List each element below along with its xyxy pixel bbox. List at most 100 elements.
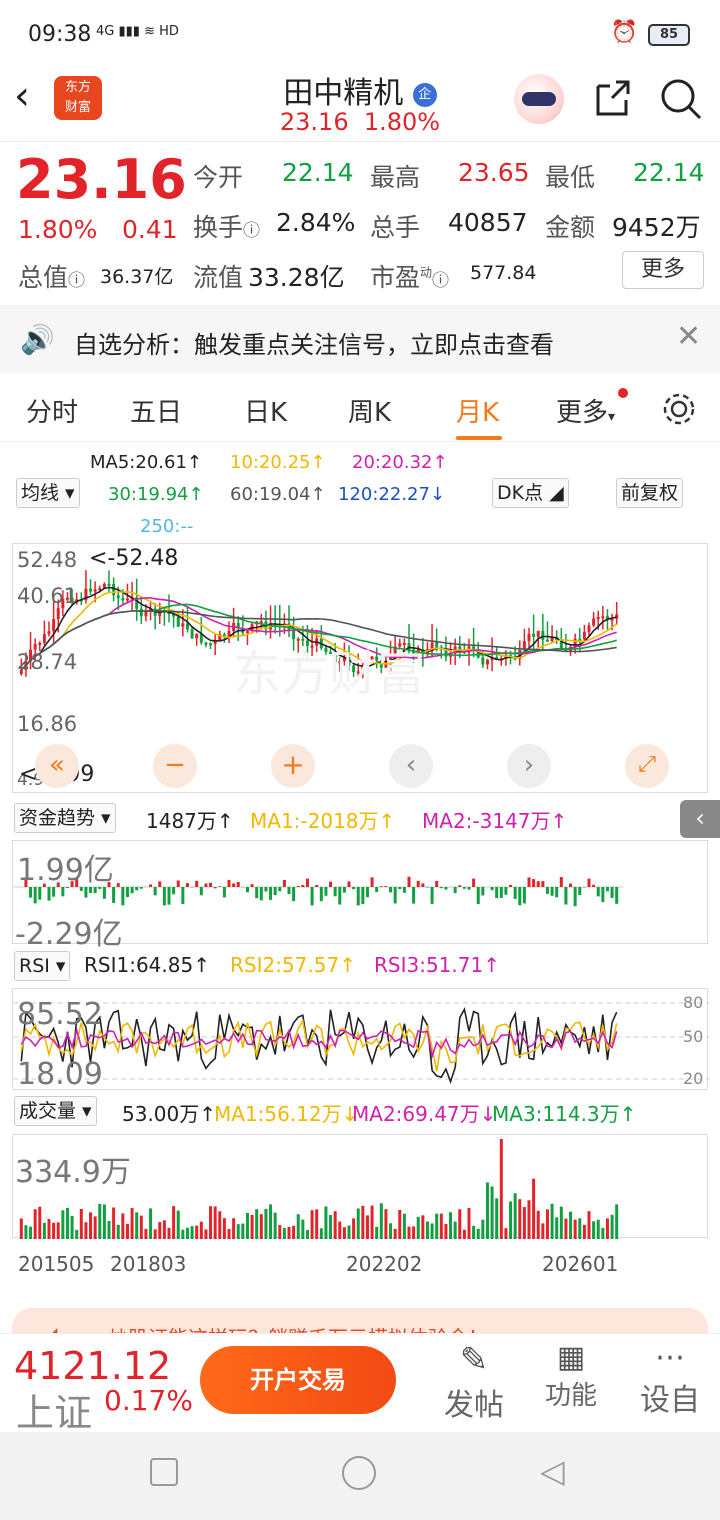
fund-bar — [273, 887, 277, 896]
search-icon[interactable] — [658, 76, 704, 122]
settings-gear-icon[interactable] — [660, 390, 698, 428]
volume-ma2: MA2:69.47万↓ — [352, 1102, 497, 1126]
kline-candle — [38, 642, 42, 645]
volume-bar — [102, 1204, 106, 1239]
volume-select[interactable]: 成交量 ▾ — [14, 1096, 97, 1126]
volume-bar — [605, 1218, 609, 1239]
fund-bar — [329, 881, 333, 887]
scroll-left-icon[interactable]: ‹ — [389, 744, 433, 788]
volume-bar — [301, 1219, 305, 1239]
fund-bar — [592, 884, 596, 887]
volume-bar — [338, 1221, 342, 1239]
fund-bar — [121, 887, 125, 906]
tab-five-day[interactable]: 五日 — [130, 392, 182, 429]
low-label: 最低 — [545, 163, 596, 192]
close-icon[interactable]: ✕ — [676, 319, 701, 354]
kline-candle — [485, 659, 489, 665]
edit-icon: ✎ — [459, 1340, 489, 1380]
scroll-left-fast-icon[interactable]: « — [35, 744, 79, 788]
function-button[interactable]: ▦ 功能 — [536, 1340, 606, 1430]
fund-bar — [430, 887, 434, 904]
collapse-panel-icon[interactable]: ‹ — [680, 800, 720, 838]
tab-daily-k[interactable]: 日K — [244, 392, 287, 429]
recent-apps-icon[interactable] — [150, 1458, 178, 1486]
turnover-label: 换手ⓘ — [193, 213, 261, 242]
volume-bar — [255, 1209, 259, 1239]
fullscreen-icon[interactable]: ⤢ — [625, 744, 669, 788]
fund-bar — [259, 887, 263, 901]
kline-candle — [204, 642, 208, 645]
share-icon[interactable] — [590, 76, 634, 120]
watermark: 东方财富 — [233, 646, 426, 702]
fund-bar — [610, 887, 614, 898]
fund-bar — [292, 887, 296, 902]
kline-candle — [481, 657, 485, 665]
custom-button[interactable]: ⋯ 设自 — [630, 1340, 710, 1430]
tab-intraday[interactable]: 分时 — [26, 392, 78, 429]
fund-bar — [490, 887, 494, 891]
tab-monthly-k[interactable]: 月K — [456, 392, 499, 429]
volume-bar — [236, 1224, 240, 1239]
rsi-top: 85.52 — [17, 997, 103, 1032]
fund-bar — [462, 887, 466, 889]
post-button[interactable]: ✎ 发帖 — [436, 1340, 512, 1430]
open-account-button[interactable]: 开户交易 — [200, 1346, 396, 1414]
stock-header: ‹ 东方 财富 田中精机 企 23.16 1.80% — [0, 62, 720, 142]
home-icon[interactable] — [342, 1456, 376, 1490]
volume-bar — [356, 1208, 360, 1239]
fund-bar — [569, 883, 573, 887]
fund-bar — [578, 887, 582, 895]
banner-text: 自选分析：触发重点关注信号，立即点击查看 — [74, 331, 554, 359]
tab-more[interactable]: 更多▾ — [556, 392, 615, 429]
back-nav-icon[interactable]: ◁ — [540, 1452, 565, 1490]
fund-bar — [518, 887, 522, 906]
fund-bar — [407, 876, 411, 887]
volume-bar — [596, 1219, 600, 1239]
ma250-label: 250:-- — [140, 516, 194, 537]
volume-bar — [278, 1225, 282, 1239]
volume-bar — [112, 1207, 116, 1239]
tab-weekly-k[interactable]: 周K — [348, 392, 391, 429]
zoom-out-icon[interactable]: − — [153, 744, 197, 788]
volume-bar — [615, 1204, 619, 1239]
indicator-select[interactable]: 均线 ▾ — [16, 478, 80, 508]
volume-bar — [329, 1215, 333, 1239]
volume-bar — [33, 1209, 37, 1239]
kline-candle — [545, 639, 549, 642]
volume-bar — [402, 1213, 406, 1239]
more-quote-button[interactable]: 更多 — [622, 251, 704, 289]
fund-trend-select[interactable]: 资金趋势 ▾ — [14, 803, 116, 833]
assistant-robot-icon[interactable] — [514, 74, 564, 124]
volume-bar — [536, 1210, 540, 1239]
volume-bar — [315, 1209, 319, 1239]
volume-bar — [352, 1218, 356, 1239]
kline-chart[interactable]: 东方财富 52.48 <-52.48 40.61 28.74 16.86 4.9… — [12, 543, 708, 793]
enterprise-badge-icon: 企 — [412, 82, 437, 107]
scroll-right-icon[interactable]: › — [507, 744, 551, 788]
dk-point-button[interactable]: DK点 ◢ — [492, 478, 569, 508]
fund-bar — [218, 886, 222, 887]
high-value: 23.65 — [458, 158, 530, 187]
volume-bar — [273, 1212, 277, 1239]
amount-value: 9452万 — [612, 213, 701, 242]
volume-bar — [379, 1203, 383, 1239]
volume-bar — [250, 1214, 254, 1239]
adjust-button[interactable]: 前复权 — [616, 478, 684, 508]
volume-bar — [527, 1200, 531, 1239]
volume-bar — [564, 1218, 568, 1239]
analysis-banner[interactable]: 🔊 自选分析：触发重点关注信号，立即点击查看 ✕ — [0, 305, 720, 373]
fund-bar — [319, 887, 323, 902]
rsi-select[interactable]: RSI ▾ — [14, 951, 71, 981]
fund-bar — [172, 887, 176, 895]
fund-bar — [545, 887, 549, 894]
volume-bar — [444, 1223, 448, 1239]
volume-bar — [430, 1223, 434, 1239]
fund-bar — [495, 887, 499, 899]
fund-bar — [375, 887, 379, 892]
zoom-in-icon[interactable]: + — [271, 744, 315, 788]
volume-bar — [162, 1220, 166, 1239]
more-dots-icon: ⋯ — [655, 1340, 685, 1375]
fund-bar — [227, 879, 231, 887]
alarm-icon: ⏰ — [610, 20, 638, 45]
volume-bar — [213, 1206, 217, 1239]
